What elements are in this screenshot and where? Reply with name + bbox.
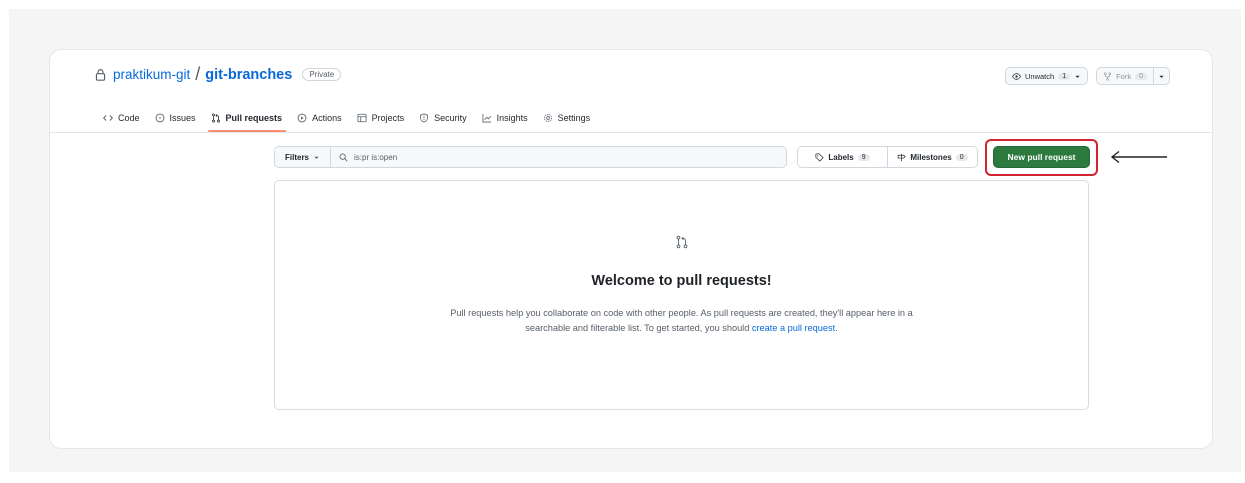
blankslate-panel: Welcome to pull requests! Pull requests … [274,180,1089,410]
tab-issues[interactable]: Issues [148,110,204,126]
lock-icon [95,69,106,81]
git-pull-request-icon [676,235,688,249]
tab-code[interactable]: Code [96,110,148,126]
fork-button[interactable]: Fork 0 [1096,67,1154,85]
tab-label: Code [118,113,140,123]
repo-nav-tabs: Code Issues Pull requests Actions Projec… [96,110,599,132]
tab-pull-requests[interactable]: Pull requests [204,110,291,132]
filter-search-group: Filters [274,146,787,168]
fork-count: 0 [1135,72,1147,80]
tab-label: Issues [169,113,196,123]
repo-header-actions: Unwatch 1 Fork 0 [1005,67,1170,85]
fork-menu-button[interactable] [1154,67,1170,85]
milestones-button[interactable]: Milestones 0 [887,147,977,167]
milestones-label: Milestones [910,152,952,162]
blankslate-text: Pull requests help you collaborate on co… [450,308,913,333]
unwatch-label: Unwatch [1025,71,1055,81]
repo-name-link[interactable]: git-branches [205,67,292,83]
gear-icon [543,114,552,122]
unwatch-split-button: Unwatch 1 [1005,67,1089,85]
labels-count: 9 [857,153,870,161]
blankslate-description: Pull requests help you collaborate on co… [445,306,918,336]
tab-label: Insights [496,113,528,123]
repo-owner-link[interactable]: praktikum-git [113,67,190,82]
tag-icon [815,152,825,162]
graph-icon [482,113,491,123]
pulls-toolbar: Filters Labels 9 Milestones 0 [274,146,1088,168]
tab-label: Pull requests [225,113,283,123]
search-icon [339,153,348,161]
labels-label: Labels [828,152,854,162]
repo-header: praktikum-git / git-branches Private Unw… [50,50,1212,133]
caret-down-icon [1075,75,1080,78]
visibility-badge: Private [302,68,342,81]
milestones-count: 0 [955,153,968,161]
git-pull-request-icon [211,113,220,123]
repo-page-card: praktikum-git / git-branches Private Unw… [49,49,1213,449]
create-pull-request-link[interactable]: create a pull request [752,323,835,333]
search-input[interactable] [354,152,655,162]
table-icon [357,113,367,123]
shield-icon [420,113,428,123]
tab-actions[interactable]: Actions [290,110,350,126]
tab-label: Security [434,113,467,123]
labels-button[interactable]: Labels 9 [798,147,887,167]
caret-down-icon [314,156,319,159]
repo-forked-icon [1104,71,1112,81]
filters-button[interactable]: Filters [275,147,332,167]
new-pull-request-button[interactable]: New pull request [993,146,1090,168]
arrow-left-icon [1110,150,1167,164]
caret-down-icon [1159,75,1164,78]
filters-label: Filters [285,152,310,162]
blankslate-title: Welcome to pull requests! [591,273,772,289]
repo-title: praktikum-git / git-branches Private [94,64,342,85]
tab-label: Projects [371,113,405,123]
labels-milestones-group: Labels 9 Milestones 0 [797,146,978,168]
tab-insights[interactable]: Insights [475,110,536,126]
tab-projects[interactable]: Projects [350,110,413,126]
unwatch-button[interactable]: Unwatch 1 [1005,67,1089,85]
tab-security[interactable]: Security [412,110,475,126]
fork-split-button: Fork 0 [1096,67,1170,85]
tab-label: Settings [557,113,591,123]
tab-label: Actions [312,113,342,123]
search-field [331,147,786,167]
unwatch-count: 1 [1058,72,1071,80]
repo-separator: / [195,64,201,84]
code-icon [103,115,113,121]
issue-opened-icon [155,113,164,123]
milestone-icon [898,153,907,161]
blankslate-text-end: . [835,323,838,333]
eye-icon [1012,72,1021,80]
tab-settings[interactable]: Settings [536,110,599,126]
play-icon [297,113,307,123]
fork-label: Fork [1116,71,1132,81]
